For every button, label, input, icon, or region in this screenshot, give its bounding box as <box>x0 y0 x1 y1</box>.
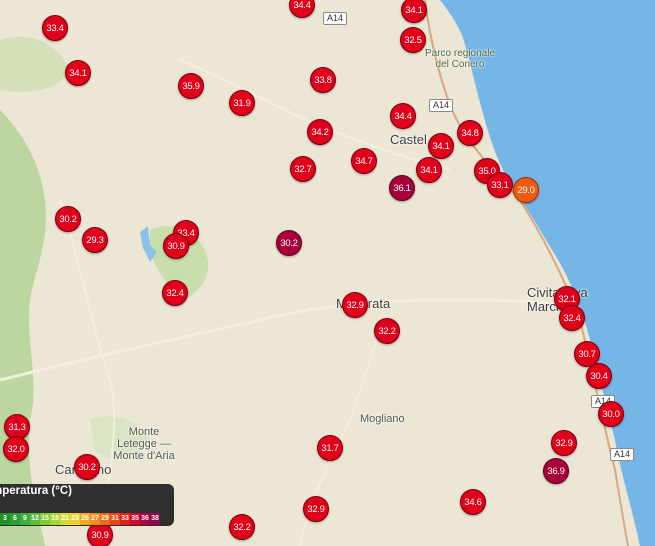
station-marker[interactable]: 32.0 <box>3 436 29 462</box>
legend-title: mperatura (°C) <box>0 485 73 497</box>
road-shield: A14 <box>323 12 348 25</box>
station-marker[interactable]: 32.5 <box>400 27 426 53</box>
legend-swatch: 31 <box>110 513 120 525</box>
station-marker[interactable]: 32.4 <box>559 305 585 331</box>
forest-area <box>0 110 47 546</box>
legend-swatch: 18 <box>50 513 60 525</box>
road-shield: A14 <box>610 448 635 461</box>
legend-swatch: 33 <box>120 513 130 525</box>
legend-scale: 3 6 9 12 15 18 21 23 26 27 29 31 33 35 36 38 <box>0 513 160 525</box>
station-marker[interactable]: 32.2 <box>229 514 255 540</box>
road-shield: A14 <box>429 99 454 112</box>
station-marker[interactable]: 33.8 <box>310 67 336 93</box>
legend-swatch: 12 <box>30 513 40 525</box>
station-marker[interactable]: 31.9 <box>229 90 255 116</box>
place-mogliano: Mogliano <box>360 413 405 425</box>
place-castel: Castel <box>390 132 427 147</box>
road <box>0 298 571 382</box>
legend-swatch: 27 <box>90 513 100 525</box>
station-marker[interactable]: 32.9 <box>551 430 577 456</box>
station-marker[interactable]: 32.9 <box>342 292 368 318</box>
place-monte-letegge: Monte Letegge — Monte d'Aria <box>113 426 175 462</box>
legend-swatch: 26 <box>80 513 90 525</box>
station-marker[interactable]: 30.9 <box>163 233 189 259</box>
legend-swatch: 9 <box>20 513 30 525</box>
legend-swatch: 36 <box>140 513 150 525</box>
legend-swatch: 35 <box>130 513 140 525</box>
station-marker[interactable]: 30.0 <box>598 401 624 427</box>
legend-swatch: 3 <box>0 513 10 525</box>
station-marker[interactable]: 35.9 <box>178 73 204 99</box>
legend-swatch: 15 <box>40 513 50 525</box>
station-marker[interactable]: 36.9 <box>543 458 569 484</box>
legend-swatch: 23 <box>70 513 80 525</box>
station-marker[interactable]: 33.1 <box>487 172 513 198</box>
station-marker[interactable]: 34.4 <box>390 103 416 129</box>
station-marker[interactable]: 32.2 <box>374 318 400 344</box>
station-marker[interactable]: 34.1 <box>65 60 91 86</box>
station-marker[interactable]: 34.2 <box>307 119 333 145</box>
station-marker[interactable]: 34.1 <box>428 133 454 159</box>
forest-area <box>0 36 70 92</box>
legend-swatch: 21 <box>60 513 70 525</box>
station-marker[interactable]: 30.2 <box>276 230 302 256</box>
map-canvas[interactable]: Castel Parco regionale del Conero Macera… <box>0 0 655 546</box>
station-marker[interactable]: 34.8 <box>457 120 483 146</box>
station-marker[interactable]: 33.4 <box>42 15 68 41</box>
station-marker[interactable]: 36.1 <box>389 175 415 201</box>
station-marker[interactable]: 34.1 <box>416 157 442 183</box>
legend-swatch: 38 <box>150 513 160 525</box>
station-marker[interactable]: 32.7 <box>290 156 316 182</box>
station-marker[interactable]: 34.7 <box>351 148 377 174</box>
station-marker[interactable]: 34.6 <box>460 489 486 515</box>
temperature-legend: mperatura (°C) 3 6 9 12 15 18 21 23 26 27 29 31 33 35… <box>0 484 174 526</box>
station-marker[interactable]: 32.4 <box>162 280 188 306</box>
station-marker[interactable]: 30.2 <box>74 454 100 480</box>
legend-swatch: 6 <box>10 513 20 525</box>
station-marker[interactable]: 29.0 <box>513 177 539 203</box>
station-marker[interactable]: 32.9 <box>303 496 329 522</box>
place-parco-conero: Parco regionale del Conero <box>424 48 496 70</box>
station-marker[interactable]: 31.7 <box>317 435 343 461</box>
station-marker[interactable]: 29.3 <box>82 227 108 253</box>
station-marker[interactable]: 30.2 <box>55 206 81 232</box>
legend-swatch: 29 <box>100 513 110 525</box>
station-marker[interactable]: 30.4 <box>586 363 612 389</box>
